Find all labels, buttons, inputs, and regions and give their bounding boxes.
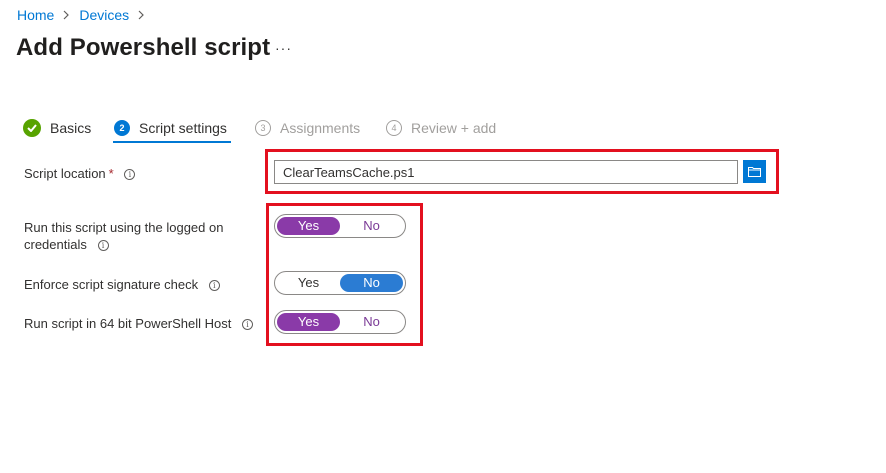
more-options-icon[interactable]: ··· [275,40,292,56]
wizard-step-assignments[interactable]: 3 Assignments [255,117,360,139]
info-icon[interactable]: i [208,280,220,292]
step-number-badge: 3 [255,120,271,136]
step-number-badge: 4 [386,120,402,136]
wizard-step-label: Basics [50,120,92,136]
checkmark-icon [23,119,41,137]
required-marker: * [108,166,114,181]
run-64bit-no-option[interactable]: No [340,313,403,331]
active-step-underline [113,141,231,143]
wizard-step-label: Script settings [139,120,227,136]
run-as-logged-on-label: Run this script using the logged on cred… [24,219,223,253]
run-as-logged-on-toggle[interactable]: Yes No [274,214,406,238]
run-as-logged-on-no-option[interactable]: No [340,217,403,235]
page-title: Add Powershell script [16,34,271,61]
wizard-step-basics[interactable]: Basics [23,117,91,139]
wizard-step-label: Assignments [280,120,361,136]
info-icon[interactable]: i [124,169,136,181]
browse-button[interactable] [743,160,766,183]
folder-icon [748,166,761,177]
enforce-signature-yes-option[interactable]: Yes [277,274,340,292]
info-icon[interactable]: i [242,319,253,331]
enforce-signature-label: Enforce script signature check i [24,276,220,293]
breadcrumb: Home Devices [17,7,154,23]
chevron-right-icon [63,10,70,20]
run-as-logged-on-yes-option[interactable]: Yes [277,217,340,235]
enforce-signature-toggle[interactable]: Yes No [274,271,406,295]
wizard-step-review-add[interactable]: 4 Review + add [386,117,496,139]
run-64bit-label-text: Run script in 64 bit PowerShell Host [24,316,232,331]
run-64bit-toggle[interactable]: Yes No [274,310,406,334]
run-64bit-yes-option[interactable]: Yes [277,313,340,331]
step-number-badge: 2 [114,120,130,136]
run-64bit-label: Run script in 64 bit PowerShell Host i [24,315,253,332]
script-location-label-text: Script location [24,166,106,181]
enforce-signature-label-text: Enforce script signature check [24,277,199,292]
wizard-step-script-settings[interactable]: 2 Script settings [114,117,227,139]
info-icon[interactable]: i [97,240,109,252]
run-as-logged-on-label-line2-row: credentials i [24,236,223,253]
wizard-step-label: Review + add [411,120,497,136]
run-as-logged-on-label-line1: Run this script using the logged on [24,220,224,235]
run-as-logged-on-label-line2: credentials [24,237,87,252]
script-location-label: Script location * i [24,165,136,182]
breadcrumb-devices-link[interactable]: Devices [79,7,129,23]
chevron-right-icon [138,10,145,20]
breadcrumb-home-link[interactable]: Home [17,7,54,23]
enforce-signature-no-option[interactable]: No [340,274,403,292]
script-location-input[interactable] [274,160,738,184]
